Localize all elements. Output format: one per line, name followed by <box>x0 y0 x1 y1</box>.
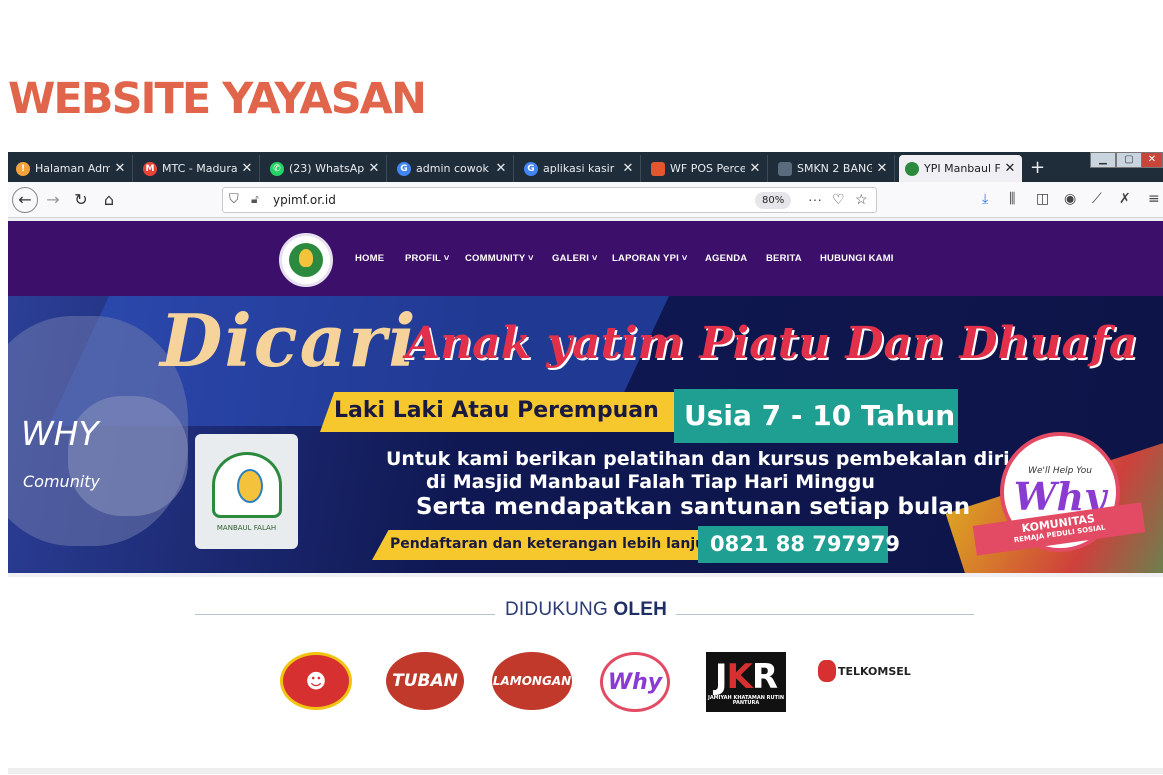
sponsor-logo-why: Why <box>600 652 670 712</box>
ypi-favicon-icon <box>905 161 919 176</box>
zoom-indicator[interactable]: 80% <box>755 192 792 209</box>
account-icon[interactable]: ◉ <box>1064 191 1076 207</box>
phone-number: 0821 88 797979 <box>698 526 900 563</box>
age-label: Usia 7 - 10 Tahun <box>674 389 958 443</box>
telkomsel-icon <box>818 660 836 682</box>
library-icon[interactable]: ⫼ <box>1009 191 1015 207</box>
close-tab-icon[interactable]: ✕ <box>622 161 634 176</box>
tab[interactable]: ! Halaman Admin ✕ <box>10 155 133 182</box>
browser-window: ! Halaman Admin ✕ M MTC - Madura T ✕ ✆ (… <box>8 152 1163 577</box>
ypi-logo: MANBAUL FALAH <box>195 434 298 549</box>
admin-favicon-icon: ! <box>16 161 30 176</box>
divider <box>676 614 974 615</box>
close-tab-icon[interactable]: ✕ <box>876 161 888 176</box>
menu-hubungi-kami[interactable]: HUBUNGI KAMI <box>820 253 894 264</box>
insecure-lock-icon[interactable]: 🔓︎ <box>251 192 259 207</box>
hero-caption-title: WHY <box>21 414 99 453</box>
hero-caption-subtitle: Comunity <box>23 472 101 491</box>
tab-active[interactable]: YPI Manbaul Fal ✕ <box>899 155 1022 182</box>
address-bar[interactable]: ⛉ 🔓︎ ypimf.or.id 80% ··· ♡ ☆ <box>222 187 877 213</box>
close-tab-icon[interactable]: ✕ <box>749 161 761 176</box>
hero-headline-dicari: Dicari <box>160 298 418 383</box>
hero-text-line: Serta mendapatkan santunan setiap bulan <box>416 494 971 520</box>
divider <box>195 614 495 615</box>
menu-berita[interactable]: BERITA <box>766 253 802 264</box>
maximize-icon[interactable]: ▢ <box>1116 152 1142 168</box>
shop-favicon-icon <box>651 161 665 176</box>
hero-text-line: di Masjid Manbaul Falah Tiap Hari Minggu <box>426 471 875 493</box>
menu-galeri[interactable]: GALERI ˅ <box>552 253 598 264</box>
home-icon[interactable]: ⌂ <box>96 188 122 212</box>
gmail-favicon-icon: M <box>143 161 157 176</box>
tab[interactable]: ✆ (23) WhatsApp ✕ <box>264 155 387 182</box>
page-bottom-divider <box>8 768 1163 774</box>
menu-agenda[interactable]: AGENDA <box>705 253 747 264</box>
shield-icon[interactable]: ⛉ <box>229 191 239 207</box>
reload-icon[interactable]: ↻ <box>68 188 94 212</box>
site-logo[interactable] <box>279 233 333 287</box>
tab-strip: ! Halaman Admin ✕ M MTC - Madura T ✕ ✆ (… <box>8 152 1163 182</box>
close-tab-icon[interactable]: ✕ <box>114 161 126 176</box>
whatsapp-favicon-icon: ✆ <box>270 161 284 176</box>
google-favicon-icon: G <box>397 161 411 176</box>
site-navbar: HOME PROFIL ˅ COMMUNITY ˅ GALERI ˅ LAPOR… <box>8 221 1163 296</box>
pocket-icon[interactable]: ♡ <box>832 191 845 208</box>
eyedropper-icon[interactable]: ⟋ <box>1092 191 1102 207</box>
school-favicon-icon <box>778 161 792 176</box>
menu-community[interactable]: COMMUNITY ˅ <box>465 253 534 264</box>
close-tab-icon[interactable]: ✕ <box>368 161 380 176</box>
sponsor-logo-1: ☻ <box>280 652 352 710</box>
sponsor-logo-telkomsel: TELKOMSEL <box>818 660 911 682</box>
navigation-toolbar: ← → ↻ ⌂ ⛉ 🔓︎ ypimf.or.id 80% ··· ♡ ☆ ⤓ ⫼… <box>8 182 1163 218</box>
menu-home[interactable]: HOME <box>355 253 384 264</box>
sidebar-icon[interactable]: ◫ <box>1036 191 1049 207</box>
registration-label: Pendaftaran dan keterangan lebih lanjut <box>372 530 702 560</box>
extension-icon[interactable]: ✗ <box>1119 191 1131 207</box>
sponsor-logo-tuban: TUBAN <box>386 652 464 710</box>
hero-headline-anak-yatim: Anak yatim Piatu Dan Dhuafa <box>406 318 1138 369</box>
tab[interactable]: M MTC - Madura T ✕ <box>137 155 260 182</box>
hero-text-line: Untuk kami berikan pelatihan dan kursus … <box>386 448 1010 470</box>
forward-arrow-icon[interactable]: → <box>40 188 66 212</box>
close-tab-icon[interactable]: ✕ <box>1004 161 1016 176</box>
menu-profil[interactable]: PROFIL ˅ <box>405 253 449 264</box>
bookmark-star-icon[interactable]: ☆ <box>855 191 868 208</box>
download-icon[interactable]: ⤓ <box>982 191 988 207</box>
tab[interactable]: WF POS Percetak ✕ <box>645 155 768 182</box>
page-heading: WEBSITE YAYASAN <box>8 74 427 124</box>
google-favicon-icon: G <box>524 161 538 176</box>
menu-laporan-ypi[interactable]: LAPORAN YPI ˅ <box>612 253 688 264</box>
sponsor-logo-lamongan: LAMONGAN <box>492 652 572 710</box>
window-close-icon[interactable]: ✕ <box>1141 152 1163 168</box>
url-text[interactable]: ypimf.or.id <box>273 193 336 207</box>
sponsor-logo-jkr: JKR JAMIYAH KHATAMAN RUTIN PANTURA <box>706 652 786 712</box>
close-tab-icon[interactable]: ✕ <box>495 161 507 176</box>
new-tab-icon[interactable]: + <box>1030 157 1045 178</box>
tab[interactable]: G admin cowok ic ✕ <box>391 155 514 182</box>
hero-banner[interactable]: Dicari Anak yatim Piatu Dan Dhuafa WHY C… <box>8 296 1163 573</box>
supported-by-heading: DIDUKUNG OLEH <box>505 599 668 620</box>
page-actions-icon[interactable]: ··· <box>808 191 822 207</box>
close-tab-icon[interactable]: ✕ <box>241 161 253 176</box>
tab[interactable]: SMKN 2 BANGKA ✕ <box>772 155 895 182</box>
website-viewport: HOME PROFIL ˅ COMMUNITY ˅ GALERI ˅ LAPOR… <box>8 221 1163 577</box>
menu-icon[interactable]: ≡ <box>1148 191 1160 207</box>
back-arrow-icon[interactable]: ← <box>12 187 38 213</box>
tab[interactable]: G aplikasi kasir dig ✕ <box>518 155 641 182</box>
minimize-icon[interactable]: ▁ <box>1090 152 1116 168</box>
gender-label: Laki Laki Atau Perempuan <box>320 392 676 432</box>
